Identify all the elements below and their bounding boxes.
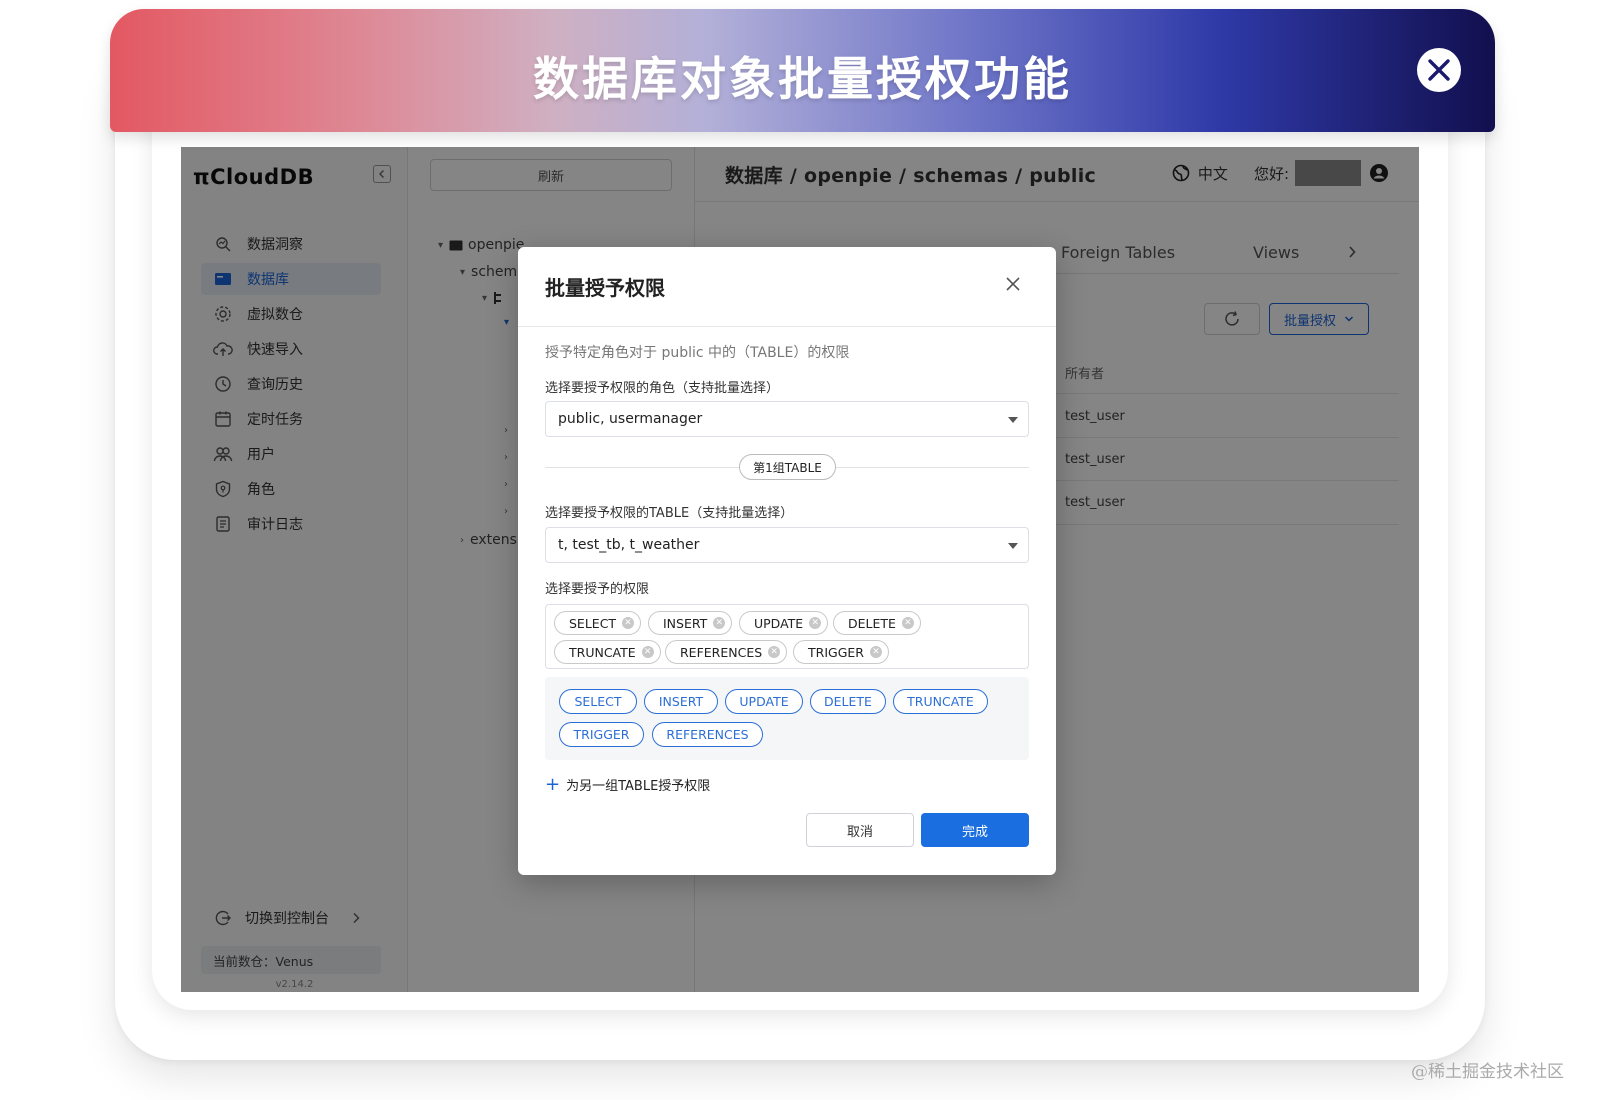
chip-label: INSERT xyxy=(663,615,708,631)
table-select-value: t, test_tb, t_weather xyxy=(558,537,700,553)
caret-down-icon xyxy=(1008,417,1018,423)
table-label: 选择要授予权限的TABLE（支持批量选择） xyxy=(545,506,794,521)
privilege-multiselect[interactable]: SELECT ✕ INSERT ✕ UPDATE ✕ DELETE ✕ TRUNCATE… xyxy=(545,604,1029,669)
table-select[interactable]: t, test_tb, t_weather xyxy=(545,527,1029,563)
privilege-option[interactable]: REFERENCES xyxy=(652,722,763,747)
feature-banner: 数据库对象批量授权功能 xyxy=(110,9,1495,132)
selected-privilege-chip[interactable]: DELETE ✕ xyxy=(833,611,921,635)
chip-label: TRUNCATE xyxy=(569,644,636,660)
role-label: 选择要授予权限的角色（支持批量选择） xyxy=(545,381,780,396)
dialog-close-button[interactable] xyxy=(1004,275,1022,293)
chip-label: DELETE xyxy=(848,615,896,631)
cancel-button[interactable]: 取消 xyxy=(806,813,914,847)
role-select[interactable]: public, usermanager xyxy=(545,401,1029,437)
dialog-title: 批量授予权限 xyxy=(545,276,665,300)
privilege-option[interactable]: DELETE xyxy=(810,689,886,714)
caret-down-icon xyxy=(1008,543,1018,549)
dialog-header-divider xyxy=(518,326,1056,327)
remove-chip-icon[interactable]: ✕ xyxy=(713,617,726,629)
chip-label: TRIGGER xyxy=(808,644,864,660)
selected-privilege-chip[interactable]: INSERT ✕ xyxy=(648,611,733,635)
chip-label: UPDATE xyxy=(754,615,804,631)
selected-privilege-chip[interactable]: TRUNCATE ✕ xyxy=(554,640,661,664)
dialog-description: 授予特定角色对于 public 中的（TABLE）的权限 xyxy=(545,345,850,361)
privilege-options-panel: SELECT INSERT UPDATE DELETE TRUNCATE TRI… xyxy=(545,677,1029,760)
selected-privilege-chip[interactable]: SELECT ✕ xyxy=(554,611,642,635)
remove-chip-icon[interactable]: ✕ xyxy=(641,646,654,658)
privilege-option[interactable]: UPDATE xyxy=(725,689,803,714)
remove-chip-icon[interactable]: ✕ xyxy=(809,617,822,629)
group-label: 第1组TABLE xyxy=(739,454,836,480)
selected-privilege-chip[interactable]: REFERENCES ✕ xyxy=(665,640,788,664)
add-table-group-link[interactable]: + 为另一组TABLE授予权限 xyxy=(545,775,710,794)
banner-close-button[interactable] xyxy=(1417,48,1461,92)
add-group-label: 为另一组TABLE授予权限 xyxy=(566,779,711,794)
chip-label: SELECT xyxy=(569,615,617,631)
batch-grant-dialog: 批量授予权限 授予特定角色对于 public 中的（TABLE）的权限 选择要授… xyxy=(518,247,1056,875)
remove-chip-icon[interactable]: ✕ xyxy=(622,617,635,629)
close-icon xyxy=(1428,59,1450,81)
plus-icon: + xyxy=(545,773,561,795)
watermark: @稀土掘金技术社区 xyxy=(1411,1062,1564,1082)
role-select-value: public, usermanager xyxy=(558,411,703,427)
privilege-option[interactable]: INSERT xyxy=(644,689,718,714)
close-icon xyxy=(1006,277,1020,291)
selected-privilege-chip[interactable]: TRIGGER ✕ xyxy=(793,640,889,664)
remove-chip-icon[interactable]: ✕ xyxy=(901,617,914,629)
selected-privilege-chip[interactable]: UPDATE ✕ xyxy=(739,611,829,635)
done-button[interactable]: 完成 xyxy=(921,813,1029,847)
banner-title: 数据库对象批量授权功能 xyxy=(533,52,1072,106)
privilege-option[interactable]: SELECT xyxy=(559,689,637,714)
chip-label: REFERENCES xyxy=(680,644,763,660)
privilege-option[interactable]: TRUNCATE xyxy=(893,689,988,714)
privilege-option[interactable]: TRIGGER xyxy=(559,722,644,747)
remove-chip-icon[interactable]: ✕ xyxy=(869,646,882,658)
remove-chip-icon[interactable]: ✕ xyxy=(768,646,781,658)
privilege-label: 选择要授予的权限 xyxy=(545,582,650,597)
